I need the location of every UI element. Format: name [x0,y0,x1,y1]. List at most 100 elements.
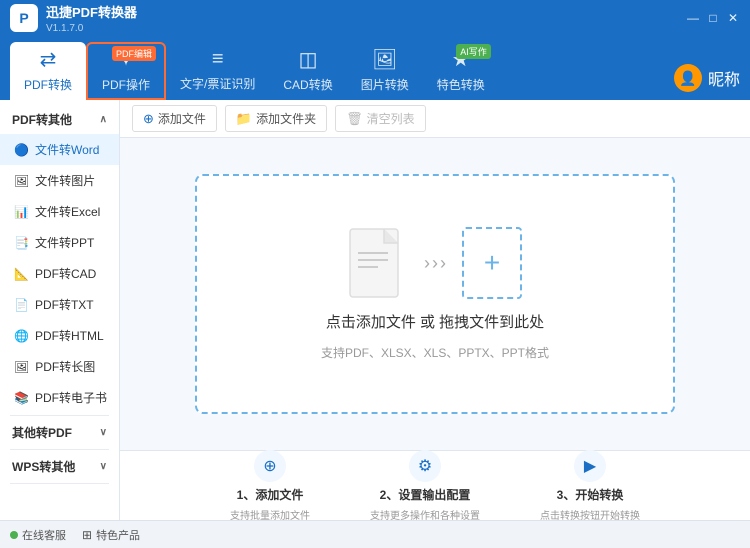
nav-item-special-convert[interactable]: AI写作★特色转换 [423,42,499,100]
sidebar-group-pdf-to-other[interactable]: PDF转其他 ∧ [0,105,119,134]
sidebar-group-wps-to-other[interactable]: WPS转其他 ∨ [0,452,119,481]
add-folder-button[interactable]: 📁 添加文件夹 [225,105,327,132]
app-version: V1.1.7.0 [46,23,137,34]
nav-label-special-convert: 特色转换 [437,76,485,93]
plus-doc-icon: + [462,227,522,299]
step-icon-2: ⚙ [409,450,441,482]
sidebar-item-icon-to-excel: 📊 [14,205,29,219]
sidebar-item-icon-to-word: 🔵 [14,143,29,157]
step-subtitle-1: 支持批量添加文件 [230,507,310,522]
nav-icon-pdf-convert: ⇄ [40,47,57,72]
sidebar-item-label-to-txt: PDF转TXT [35,296,94,313]
sidebar-divider [10,449,109,450]
step-icon-1: ⊕ [254,450,286,482]
online-dot [10,531,18,539]
step-2: ⚙ 2、设置输出配置 支持更多操作和各种设置 [370,450,480,522]
sidebar-item-label-to-ppt: 文件转PPT [35,234,94,251]
step-title-3: 3、开始转换 [557,486,624,503]
nav-label-pdf-operate: PDF操作 [102,76,150,93]
main-container: PDF转其他 ∧ 🔵 文件转Word 🖼文件转图片 📊 文件转Excel 📑 文件转PPT 📐 PD… [0,100,750,520]
step-subtitle-2: 支持更多操作和各种设置 [370,507,480,522]
clear-list-button[interactable]: 🗑 清空列表 [335,105,426,132]
sidebar-item-icon-to-cad: 📐 [14,267,29,281]
minimize-button[interactable]: — [686,11,700,25]
sidebar-group-label-pdf-to-other: PDF转其他 [12,111,72,128]
drop-zone[interactable]: ››› + 点击添加文件 或 拖拽文件到此处 支持PDF、XLSX、XLS、PP… [195,174,675,414]
nav-label-cad-convert: CAD转换 [283,76,332,93]
online-support-label: 在线客服 [22,527,66,543]
logo-icon: P [10,4,38,32]
sidebar-item-label-to-excel: 文件转Excel [35,203,100,220]
online-support[interactable]: 在线客服 [10,527,66,543]
sidebar-item-to-ppt[interactable]: 📑 文件转PPT [0,227,119,258]
arrow-icon: ››› [424,253,446,274]
user-name: 昵称 [708,66,740,90]
drop-zone-subtitle: 支持PDF、XLSX、XLS、PPTX、PPT格式 [321,344,549,361]
step-title-1: 1、添加文件 [237,486,304,503]
content-area: ⊕ 添加文件 📁 添加文件夹 🗑 清空列表 [120,100,750,520]
app-logo: P 迅捷PDF转换器 V1.1.7.0 [10,2,137,34]
sidebar-item-label-to-html: PDF转HTML [35,327,104,344]
top-nav: ⇄PDF转换PDF编辑✦PDF操作≡文字/票证识别◫CAD转换🖼图片转换AI写作… [0,35,750,100]
window-controls: — □ ✕ [686,11,740,25]
document-icon [348,227,408,299]
sidebar-item-icon-to-longimage: 🖼 [14,360,29,374]
app-title: 迅捷PDF转换器 [46,2,137,21]
drop-zone-icons: ››› + [348,227,522,299]
nav-badge-pdf-operate: PDF编辑 [112,46,156,61]
user-avatar: 👤 [674,64,702,92]
sidebar-item-icon-to-txt: 📄 [14,298,29,312]
sidebar-item-icon-to-ppt: 📑 [14,236,29,250]
chevron-icon: ∨ [100,427,107,438]
nav-label-pdf-convert: PDF转换 [24,76,72,93]
step-3: ▶ 3、开始转换 点击转换按钮开始转换 [540,450,640,522]
nav-item-image-convert[interactable]: 🖼图片转换 [347,42,423,100]
sidebar-divider [10,483,109,484]
sidebar-divider [10,415,109,416]
sidebar-item-to-html[interactable]: 🌐 PDF转HTML [0,320,119,351]
featured-icon: ⊞ [82,528,92,542]
sidebar-item-to-excel[interactable]: 📊 文件转Excel [0,196,119,227]
sidebar-item-label-to-cad: PDF转CAD [35,265,96,282]
step-subtitle-3: 点击转换按钮开始转换 [540,507,640,522]
featured-products-label: 特色产品 [96,527,140,543]
nav-item-pdf-operate[interactable]: PDF编辑✦PDF操作 [86,42,166,100]
nav-item-pdf-convert[interactable]: ⇄ PDF转换 [10,42,86,100]
sidebar-item-to-word[interactable]: 🔵 文件转Word [0,134,119,165]
sidebar-group-other-to-pdf[interactable]: 其他转PDF ∨ [0,418,119,447]
bottom-steps: ⊕ 1、添加文件 支持批量添加文件 ⚙ 2、设置输出配置 支持更多操作和各种设置… [120,450,750,520]
app-title-group: 迅捷PDF转换器 V1.1.7.0 [46,2,137,34]
step-icon-3: ▶ [574,450,606,482]
sidebar-group-label-wps-to-other: WPS转其他 [12,458,75,475]
sidebar: PDF转其他 ∧ 🔵 文件转Word 🖼文件转图片 📊 文件转Excel 📑 文件转PPT 📐 PD… [0,100,120,520]
add-file-button[interactable]: ⊕ 添加文件 [132,105,217,132]
chevron-icon: ∧ [100,114,107,125]
nav-item-text-ocr[interactable]: ≡文字/票证识别 [166,42,269,100]
drop-zone-container: ››› + 点击添加文件 或 拖拽文件到此处 支持PDF、XLSX、XLS、PP… [120,138,750,450]
sidebar-item-to-cad[interactable]: 📐 PDF转CAD [0,258,119,289]
featured-products[interactable]: ⊞ 特色产品 [82,527,140,543]
nav-icon-cad-convert: ◫ [299,47,318,72]
chevron-icon: ∨ [100,461,107,472]
sidebar-item-to-longimage[interactable]: 🖼PDF转长图 [0,351,119,382]
nav-badge-special-convert: AI写作 [456,44,491,59]
user-area[interactable]: 👤 昵称 [674,64,740,100]
sidebar-item-label-to-ebook: PDF转电子书 [35,389,107,406]
sidebar-item-to-ebook[interactable]: 📚 PDF转电子书 [0,382,119,413]
nav-icon-image-convert: 🖼 [372,47,397,72]
toolbar: ⊕ 添加文件 📁 添加文件夹 🗑 清空列表 [120,100,750,138]
title-bar: P 迅捷PDF转换器 V1.1.7.0 — □ ✕ [0,0,750,35]
close-button[interactable]: ✕ [726,11,740,25]
sidebar-item-to-image[interactable]: 🖼文件转图片 [0,165,119,196]
sidebar-group-label-other-to-pdf: 其他转PDF [12,424,72,441]
nav-item-cad-convert[interactable]: ◫ CAD转换 [269,42,346,100]
step-1: ⊕ 1、添加文件 支持批量添加文件 [230,450,310,522]
sidebar-item-label-to-word: 文件转Word [35,141,99,158]
nav-icon-text-ocr: ≡ [212,48,224,71]
sidebar-item-icon-to-ebook: 📚 [14,391,29,405]
sidebar-item-icon-to-html: 🌐 [14,329,29,343]
maximize-button[interactable]: □ [706,11,720,25]
sidebar-item-to-txt[interactable]: 📄 PDF转TXT [0,289,119,320]
add-folder-icon: 📁 [236,111,252,127]
status-bar: 在线客服 ⊞ 特色产品 [0,520,750,548]
